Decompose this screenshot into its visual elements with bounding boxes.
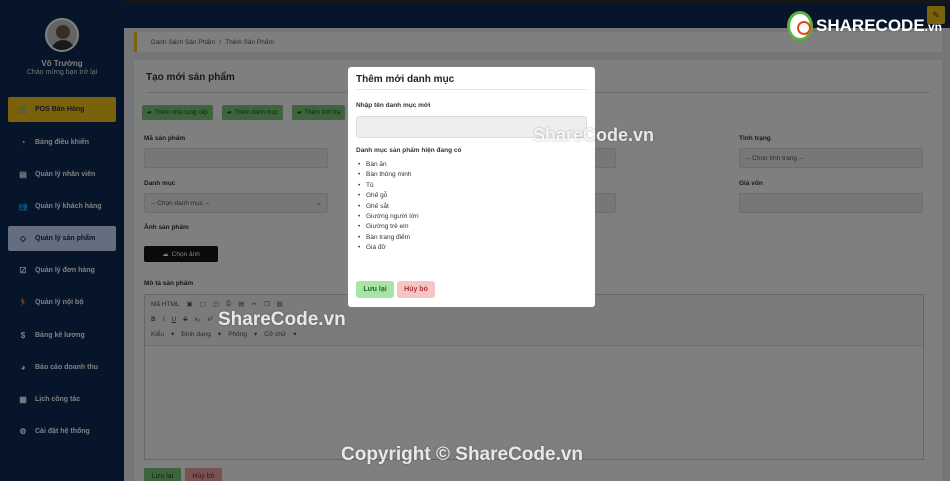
watermark-mid: ShareCode.vn [533, 125, 655, 145]
list-item: Giường trẻ em [358, 222, 419, 233]
logo-main: SHARECODE [816, 16, 925, 35]
list-item: Tủ [358, 181, 419, 192]
list-item: Bàn ăn [358, 160, 419, 171]
logo-suffix: .vn [924, 20, 942, 34]
category-list: Bàn ăn Bàn thông minh Tủ Ghế gỗ Ghế sắt … [358, 160, 419, 254]
sharecode-logo: SHARECODE.vn [787, 9, 942, 43]
existing-categories-label: Danh mục sản phẩm hiện đang có [356, 147, 462, 154]
list-item: Giá đỡ [358, 243, 419, 254]
list-item: Bàn thông minh [358, 170, 419, 181]
modal-save-button[interactable]: Lưu lại [356, 281, 394, 298]
watermark-copyright: Copyright © ShareCode.vn [341, 444, 584, 465]
list-item: Giường người lớn [358, 212, 419, 223]
list-item: Ghế gỗ [358, 191, 419, 202]
logo-text: SHARECODE.vn [816, 16, 942, 36]
watermark-center: ShareCode.vn [218, 309, 346, 330]
logo-icon [787, 11, 814, 41]
new-category-label: Nhập tên danh mục mới [356, 102, 431, 109]
modal-divider [356, 89, 587, 90]
modal-cancel-button[interactable]: Hủy bỏ [397, 281, 435, 298]
list-item: Bàn trang điểm [358, 233, 419, 244]
modal-title: Thêm mới danh mục [356, 74, 455, 85]
add-category-modal: Thêm mới danh mục Nhập tên danh mục mới … [348, 67, 595, 307]
list-item: Ghế sắt [358, 202, 419, 213]
